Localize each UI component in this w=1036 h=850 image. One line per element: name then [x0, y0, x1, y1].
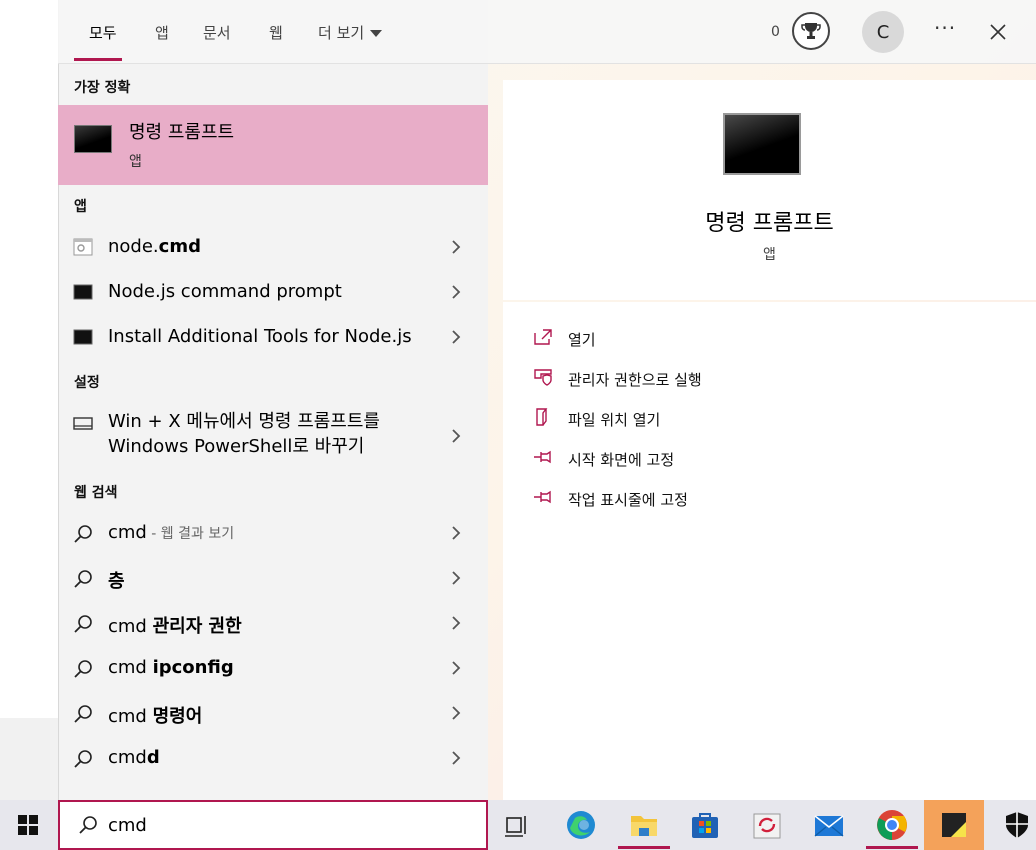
chevron-right-icon[interactable]	[450, 660, 462, 676]
web-result[interactable]: cmd 관리자 권한	[58, 602, 488, 644]
monitor-icon	[73, 415, 93, 433]
web-result-label: 층	[108, 571, 125, 592]
web-result[interactable]: cmdd	[58, 737, 488, 779]
chevron-right-icon[interactable]	[450, 428, 462, 444]
sticky-notes-icon[interactable]	[937, 808, 971, 842]
action-label: 작업 표시줄에 고정	[568, 491, 688, 509]
chevron-right-icon[interactable]	[450, 570, 462, 586]
close-icon[interactable]	[988, 22, 1008, 42]
tab-apps[interactable]: 앱	[155, 22, 169, 43]
search-icon	[73, 704, 93, 723]
settings-result-line2: Windows PowerShell로 바꾸기	[108, 436, 365, 457]
chevron-right-icon[interactable]	[450, 284, 462, 300]
web-result-label: cmdd	[108, 747, 160, 768]
action-label: 관리자 권한으로 실행	[568, 371, 702, 389]
tab-more[interactable]: 더 보기	[318, 22, 383, 43]
web-result-label: cmd 명령어	[108, 706, 203, 727]
search-icon	[73, 614, 93, 633]
chevron-right-icon[interactable]	[450, 239, 462, 255]
chevron-right-icon[interactable]	[450, 615, 462, 631]
best-match-item[interactable]	[58, 105, 488, 185]
chevron-right-icon[interactable]	[450, 329, 462, 345]
account-avatar[interactable]: C	[862, 11, 904, 53]
section-best-match: 가장 정확	[74, 80, 131, 96]
chevron-right-icon[interactable]	[450, 705, 462, 721]
web-result[interactable]: cmd ipconfig	[58, 647, 488, 689]
file-location-icon	[533, 408, 553, 426]
chrome-icon[interactable]	[875, 808, 909, 842]
settings-result[interactable]: Win + X 메뉴에서 명령 프롬프트를 Windows PowerShell…	[58, 409, 488, 463]
detail-title: 명령 프롬프트	[705, 211, 834, 236]
action-label: 열기	[568, 331, 596, 349]
tab-documents[interactable]: 문서	[203, 22, 231, 43]
rewards-points: 0	[771, 24, 780, 40]
edge-icon[interactable]	[564, 808, 598, 842]
shield-icon	[533, 368, 553, 386]
more-options-icon[interactable]: ···	[934, 16, 956, 40]
search-input[interactable]	[108, 811, 468, 839]
web-result[interactable]: cmd 명령어	[58, 692, 488, 734]
search-icon	[73, 524, 93, 543]
search-icon	[73, 659, 93, 678]
app-result-node-cmd[interactable]: node.cmd	[58, 226, 488, 268]
app-result-label: Install Additional Tools for Node.js	[108, 326, 412, 347]
open-icon	[533, 328, 553, 346]
pin-icon	[533, 448, 553, 466]
tab-more-label: 더 보기	[318, 24, 365, 42]
web-result-label: cmd 관리자 권한	[108, 616, 242, 637]
windows-logo-icon[interactable]	[17, 814, 39, 836]
active-tab-indicator	[74, 58, 122, 61]
app-result-label: Node.js command prompt	[108, 281, 342, 302]
console-icon	[73, 283, 93, 301]
file-explorer-running-indicator	[618, 846, 670, 849]
rewards-trophy-icon[interactable]	[792, 12, 830, 50]
detail-subtitle: 앱	[763, 247, 776, 263]
pin-icon	[533, 488, 553, 506]
console-icon	[73, 328, 93, 346]
command-prompt-large-icon	[723, 113, 801, 175]
chevron-right-icon[interactable]	[450, 525, 462, 541]
action-label: 파일 위치 열기	[568, 411, 661, 429]
best-match-title: 명령 프롬프트	[129, 122, 235, 143]
web-result[interactable]: cmd - 웹 결과 보기	[58, 512, 488, 554]
action-label: 시작 화면에 고정	[568, 451, 675, 469]
section-apps: 앱	[74, 199, 87, 215]
settings-result-line1: Win + X 메뉴에서 명령 프롬프트를	[108, 411, 380, 432]
tab-all[interactable]: 모두	[89, 22, 117, 43]
app-result-label: node.cmd	[108, 236, 201, 257]
search-icon	[78, 815, 98, 835]
command-prompt-icon	[74, 125, 112, 153]
desktop-strip	[0, 718, 60, 800]
sync-app-icon[interactable]	[750, 808, 784, 842]
chrome-running-indicator	[866, 846, 918, 849]
web-result-label: cmd - 웹 결과 보기	[108, 522, 235, 543]
chevron-right-icon[interactable]	[450, 750, 462, 766]
file-explorer-icon[interactable]	[627, 808, 661, 842]
app-result-install-tools[interactable]: Install Additional Tools for Node.js	[58, 316, 488, 358]
task-view-icon[interactable]	[500, 808, 534, 842]
security-icon[interactable]	[1000, 808, 1034, 842]
search-icon	[73, 749, 93, 768]
web-result[interactable]: 층	[58, 557, 488, 599]
script-file-icon	[73, 238, 93, 256]
section-web-search: 웹 검색	[74, 485, 118, 501]
tab-web[interactable]: 웹	[269, 22, 283, 43]
search-box[interactable]	[58, 800, 488, 850]
microsoft-store-icon[interactable]	[688, 808, 722, 842]
app-result-nodejs-prompt[interactable]: Node.js command prompt	[58, 271, 488, 313]
mail-icon[interactable]	[812, 808, 846, 842]
chevron-down-icon	[370, 30, 383, 37]
web-result-label: cmd ipconfig	[108, 657, 234, 678]
search-icon	[73, 569, 93, 588]
best-match-subtitle: 앱	[129, 154, 142, 170]
section-settings: 설정	[74, 375, 100, 391]
